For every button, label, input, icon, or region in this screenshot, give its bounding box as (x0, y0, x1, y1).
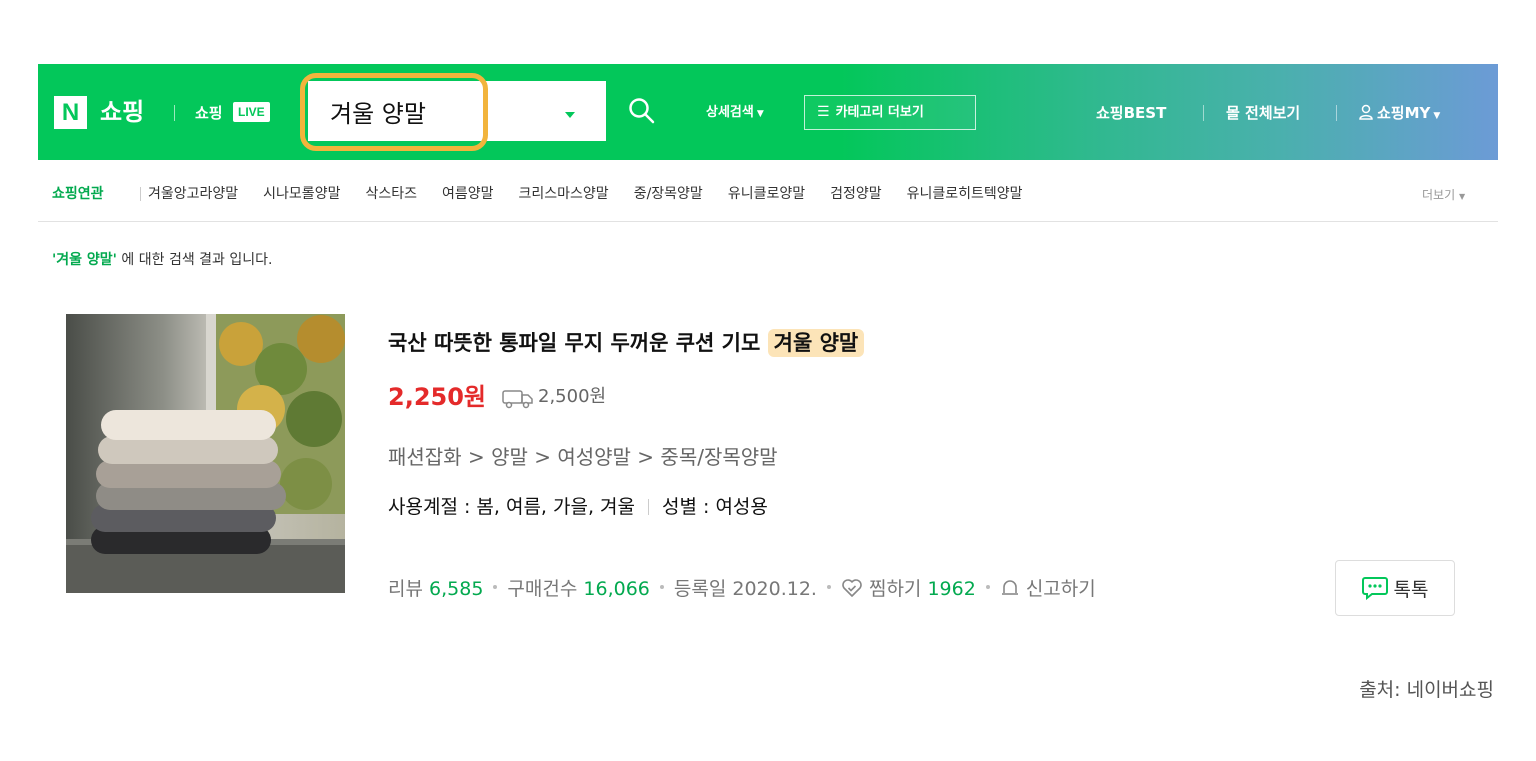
related-keyword[interactable]: 여름양말 (442, 183, 494, 205)
related-keywords-bar: 쇼핑연관 겨울앙고라양말 시나모롤양말 삭스타즈 여름양말 크리스마스양말 중/… (52, 183, 1492, 205)
wishlist-label: 찜하기 (868, 578, 922, 600)
related-keyword[interactable]: 중/장목양말 (634, 183, 703, 205)
purchase-label: 구매건수 (507, 578, 578, 600)
attribute-divider (648, 499, 649, 515)
meta-dot (659, 585, 664, 589)
chat-bubble-icon (1361, 577, 1388, 600)
folded-socks-photo (66, 314, 345, 593)
search-button[interactable] (606, 81, 678, 141)
shopping-live-text[interactable]: 쇼핑 (195, 102, 223, 124)
search-icon (629, 98, 655, 124)
search-box (308, 81, 606, 141)
wishlist-button[interactable]: 찜하기 1962 (841, 578, 976, 600)
related-keyword[interactable]: 유니클로히트텍양말 (907, 183, 1023, 205)
product-thumbnail[interactable] (66, 314, 345, 593)
wishlist-count: 1962 (927, 578, 976, 600)
related-more-label: 더보기 (1422, 188, 1456, 202)
related-divider (140, 187, 141, 201)
logo-divider (174, 105, 175, 121)
category-more-label: 카테고리 더보기 (835, 105, 924, 120)
search-dropdown-icon[interactable] (564, 112, 578, 122)
my-shopping-link[interactable]: 쇼핑MY ▼ (1358, 102, 1440, 127)
category-more-button[interactable]: ☰ 카테고리 더보기 (804, 95, 976, 130)
report-button[interactable]: 신고하기 (1000, 578, 1096, 600)
purchase-count: 16,066 (583, 578, 650, 600)
product-title[interactable]: 국산 따뜻한 통파일 무지 두꺼운 쿠션 기모 겨울 양말 (388, 324, 865, 362)
meta-dot (985, 585, 990, 589)
product-meta: 리뷰 6,585 구매건수 16,066 등록일 2020.12. 찜하기 1962 신… (388, 575, 1096, 603)
related-keyword[interactable]: 크리스마스양말 (519, 183, 609, 205)
talktalk-label: 톡톡 (1393, 578, 1429, 601)
product-price: 2,250원 (388, 383, 486, 411)
related-keyword-list: 겨울앙고라양말 시나모롤양말 삭스타즈 여름양말 크리스마스양말 중/장목양말 … (148, 183, 1023, 205)
user-icon (1359, 104, 1373, 120)
bell-icon (1001, 580, 1018, 595)
caret-down-icon: ▼ (1433, 111, 1441, 121)
result-query: '겨울 양말' (52, 252, 117, 268)
related-keyword[interactable]: 시나모롤양말 (263, 183, 340, 205)
detail-search-label: 상세검색 (706, 105, 754, 120)
related-keyword[interactable]: 삭스타즈 (365, 183, 417, 205)
list-menu-icon: ☰ (817, 104, 830, 120)
related-keyword[interactable]: 유니클로양말 (728, 183, 805, 205)
product-category-path[interactable]: 패션잡화 > 양말 > 여성양말 > 중목/장목양말 (388, 442, 778, 472)
naver-logo[interactable]: N (54, 96, 87, 129)
talktalk-button[interactable]: 톡톡 (1335, 560, 1455, 616)
related-keyword[interactable]: 검정양말 (830, 183, 882, 205)
product-attributes: 사용계절 : 봄, 여름, 가을, 겨울 성별 : 여성용 (388, 493, 768, 521)
live-badge[interactable]: LIVE (233, 102, 270, 122)
related-keywords-title: 쇼핑연관 (52, 186, 104, 202)
report-label: 신고하기 (1025, 578, 1096, 600)
season-attribute: 사용계절 : 봄, 여름, 가을, 겨울 (388, 496, 635, 518)
header-divider (1336, 105, 1337, 121)
mall-all-link[interactable]: 몰 전체보기 (1226, 102, 1300, 124)
shopping-logo-text[interactable]: 쇼핑 (100, 97, 144, 127)
delivery-truck-icon (502, 390, 533, 409)
review-label[interactable]: 리뷰 (388, 578, 423, 600)
related-keyword[interactable]: 겨울앙고라양말 (148, 183, 238, 205)
search-input[interactable] (330, 91, 500, 131)
review-count[interactable]: 6,585 (429, 578, 483, 600)
shopping-header: N 쇼핑 쇼핑 LIVE 상세검색▼ ☰카테고리 더보기 쇼핑BEST 몰 전체… (38, 64, 1498, 160)
gender-attribute: 성별 : 여성용 (662, 496, 768, 518)
caret-down-icon: ▼ (1458, 192, 1466, 201)
shipping-fee: 2,500원 (538, 386, 607, 407)
result-note-text: 에 대한 검색 결과 입니다. (116, 252, 273, 268)
registered-date: 등록일 2020.12. (673, 578, 817, 600)
source-credit: 출처: 네이버쇼핑 (1359, 679, 1494, 701)
search-result-note: '겨울 양말' 에 대한 검색 결과 입니다. (52, 249, 272, 271)
header-divider (1203, 105, 1204, 121)
detail-search-button[interactable]: 상세검색 ▼ (706, 104, 764, 123)
product-title-text: 국산 따뜻한 통파일 무지 두꺼운 쿠션 기모 (388, 331, 768, 355)
related-more-button[interactable]: 더보기 ▼ (1422, 184, 1465, 208)
meta-dot (826, 585, 831, 589)
meta-dot (493, 585, 498, 589)
my-shopping-label: 쇼핑MY (1377, 104, 1431, 122)
caret-down-icon: ▼ (756, 109, 764, 119)
section-divider (38, 221, 1498, 222)
heart-check-icon (842, 579, 862, 597)
shopping-best-link[interactable]: 쇼핑BEST (1096, 102, 1166, 124)
product-title-keyword-highlight: 겨울 양말 (767, 329, 865, 357)
